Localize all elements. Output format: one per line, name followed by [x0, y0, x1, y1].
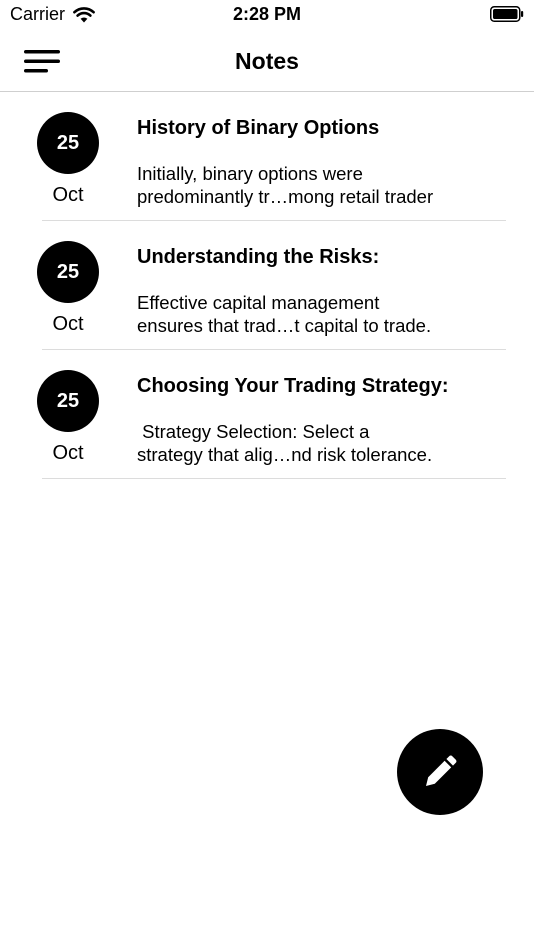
notes-list: 25 Oct History of Binary Options Initial…	[0, 92, 534, 479]
note-preview-line: predominantly tr…mong retail trader	[137, 186, 434, 207]
note-preview-line: Effective capital management	[137, 292, 380, 313]
note-preview-line: strategy that alig…nd risk tolerance.	[137, 444, 433, 465]
row-divider	[42, 478, 506, 479]
date-badge: 25	[37, 112, 99, 174]
note-title: History of Binary Options	[137, 117, 380, 139]
note-preview: Strategy Selection: Select a strategy th…	[137, 420, 507, 466]
date-month: Oct	[52, 184, 84, 206]
note-title: Choosing Your Trading Strategy:	[137, 375, 449, 397]
clock: 2:28 PM	[232, 4, 302, 24]
date-day: 25	[56, 131, 80, 154]
date-day: 25	[56, 260, 80, 283]
page-title: Notes	[235, 48, 299, 74]
date-month: Oct	[52, 313, 84, 335]
note-preview: Effective capital management ensures tha…	[137, 291, 507, 337]
new-note-button[interactable]	[397, 729, 483, 815]
battery-icon	[490, 6, 524, 22]
note-list-item[interactable]: 25 Oct Understanding the Risks: Effectiv…	[0, 221, 534, 350]
note-list-item[interactable]: 25 Oct History of Binary Options Initial…	[0, 92, 534, 221]
date-badge: 25	[37, 241, 99, 303]
status-bar: Carrier 2:28 PM	[0, 0, 534, 32]
date-month: Oct	[52, 442, 84, 464]
note-preview-line: Strategy Selection: Select a	[137, 421, 370, 442]
pencil-icon	[426, 755, 457, 786]
navigation-bar: Notes	[0, 32, 534, 92]
date-badge: 25	[37, 370, 99, 432]
note-preview: Initially, binary options were predomina…	[137, 162, 507, 208]
note-list-item[interactable]: 25 Oct Choosing Your Trading Strategy: S…	[0, 350, 534, 479]
note-preview-line: ensures that trad…t capital to trade.	[137, 315, 432, 336]
note-title: Understanding the Risks:	[137, 246, 380, 268]
date-day: 25	[56, 389, 80, 412]
note-preview-line: Initially, binary options were	[137, 163, 363, 184]
